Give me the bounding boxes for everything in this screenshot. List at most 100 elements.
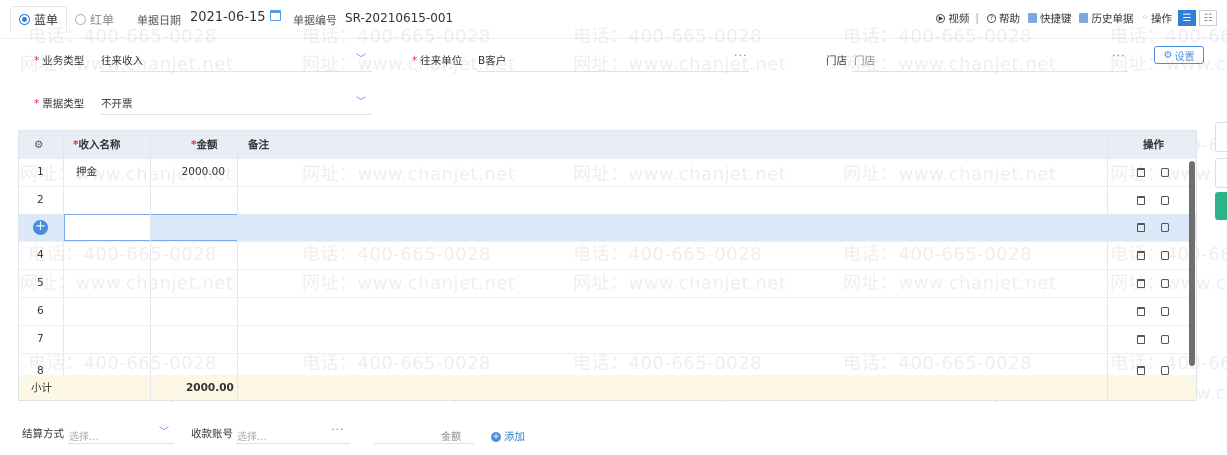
subtotal-label: 小计 — [31, 382, 52, 394]
table-row: 5 — [19, 270, 1196, 298]
number-label: 单据编号 — [293, 14, 337, 27]
business-type-label: * 业务类型 — [34, 55, 85, 67]
toolbar-divider: | — [975, 12, 979, 24]
trash-icon[interactable] — [1137, 335, 1145, 344]
help-button[interactable]: ? 帮助 — [986, 11, 1020, 26]
trash-icon[interactable] — [1137, 196, 1145, 205]
table-scrollbar[interactable] — [1189, 161, 1195, 366]
amount-input[interactable] — [150, 214, 238, 241]
subtotal-row: 小计 2000.00 — [19, 375, 1196, 400]
row-number: 6 — [37, 305, 44, 317]
toolbar: ▶ 视频 | ? 帮助 快捷键 历史单据 ⁘ 操作 ☰ ☷ — [928, 10, 1217, 26]
trash-icon[interactable] — [1137, 168, 1145, 177]
copy-icon[interactable] — [1161, 223, 1169, 232]
table-row: 4 — [19, 242, 1196, 270]
radio-unselected-icon — [75, 13, 87, 25]
more-dots-icon[interactable]: ··· — [1112, 49, 1126, 62]
gear-icon: ⚙ — [1163, 49, 1173, 61]
store-input[interactable]: 门店 — [854, 53, 875, 68]
shortcuts-label: 快捷键 — [1039, 12, 1072, 25]
more-dots-icon[interactable]: ··· — [331, 423, 345, 436]
bill-type-tabs: 蓝单 红单 — [10, 5, 122, 33]
account-underline — [236, 443, 350, 444]
income-name-cell[interactable]: 押金 — [76, 159, 97, 186]
row-number: 4 — [37, 249, 44, 261]
table-row: 1 押金 2000.00 — [19, 159, 1196, 187]
radio-selected-icon — [19, 14, 30, 25]
row-number: 5 — [37, 277, 44, 289]
copy-icon[interactable] — [1161, 279, 1169, 288]
tab-red-bill[interactable]: 红单 — [67, 6, 122, 32]
history-button[interactable]: 历史单据 — [1079, 11, 1133, 26]
copy-icon[interactable] — [1161, 307, 1169, 316]
date-label: 单据日期 — [137, 14, 181, 27]
col-income-name: *收入名称 — [73, 139, 121, 151]
invoice-type-label: * 票据类型 — [34, 98, 85, 110]
help-icon: ? — [986, 13, 996, 23]
account-input[interactable]: 选择... — [237, 428, 267, 443]
trash-icon[interactable] — [1137, 307, 1145, 316]
trash-icon[interactable] — [1137, 279, 1145, 288]
settings-button[interactable]: ⚙ 设置 — [1154, 46, 1204, 64]
add-settlement-button[interactable]: + 添加 — [491, 429, 525, 444]
table-row: 6 — [19, 298, 1196, 326]
column-divider — [237, 131, 238, 400]
copy-icon[interactable] — [1161, 168, 1169, 177]
copy-icon[interactable] — [1161, 366, 1169, 375]
date-value[interactable]: 2021-06-15 — [190, 10, 266, 25]
col-remark: 备注 — [248, 139, 269, 151]
settings-label: 设置 — [1174, 51, 1195, 63]
income-name-input[interactable] — [64, 214, 151, 241]
add-label: 添加 — [504, 431, 525, 443]
invoice-type-select[interactable]: 不开票 — [101, 96, 133, 111]
copy-icon[interactable] — [1161, 335, 1169, 344]
video-label: 视频 — [948, 12, 970, 25]
chevron-down-icon[interactable]: ﹀ — [356, 93, 366, 108]
calendar-icon[interactable] — [270, 10, 281, 21]
side-panel-tab[interactable] — [1215, 122, 1227, 152]
watermark-site: 网址：www.chanjet.net — [843, 54, 1057, 75]
store-label: 门店 — [826, 55, 847, 67]
table-header: ⚙ *收入名称 *金额 备注 操作 — [19, 131, 1196, 159]
invoice-type-underline — [100, 114, 372, 115]
table-row-active: + — [19, 214, 1196, 242]
number-value: SR-20210615-001 — [345, 11, 454, 25]
video-button[interactable]: ▶ 视频 — [936, 11, 969, 26]
list-view-icon[interactable]: ☰ — [1178, 10, 1196, 26]
copy-icon[interactable] — [1161, 251, 1169, 260]
store-underline — [852, 71, 1128, 72]
chevron-down-icon[interactable]: ﹀ — [159, 423, 169, 438]
tab-blue-bill[interactable]: 蓝单 — [10, 5, 68, 33]
chevron-down-icon[interactable]: ﹀ — [356, 50, 366, 65]
amount-input[interactable]: 金额 — [441, 428, 461, 443]
account-label: 收款账号 — [191, 428, 233, 440]
copy-icon[interactable] — [1161, 196, 1169, 205]
keyboard-icon — [1027, 13, 1037, 23]
column-divider — [150, 131, 151, 400]
settlement-method-select[interactable]: 选择... — [69, 428, 99, 443]
row-number: 7 — [37, 333, 44, 345]
amount-underline — [374, 443, 474, 444]
history-doc-icon — [1079, 13, 1089, 23]
side-panel-tab-green[interactable] — [1215, 192, 1227, 220]
trash-icon[interactable] — [1137, 223, 1145, 232]
side-panel-tab[interactable] — [1215, 158, 1227, 188]
column-divider — [63, 131, 64, 375]
column-divider — [1107, 131, 1108, 400]
shortcuts-button[interactable]: 快捷键 — [1027, 11, 1072, 26]
more-dots-icon[interactable]: ··· — [734, 49, 748, 62]
trash-icon[interactable] — [1137, 366, 1145, 375]
trash-icon[interactable] — [1137, 251, 1145, 260]
add-row-icon[interactable]: + — [33, 220, 48, 235]
amount-cell[interactable] — [169, 187, 225, 214]
counterparty-input[interactable]: B客户 — [478, 53, 506, 68]
detail-view-icon[interactable]: ☷ — [1199, 10, 1217, 26]
watermark-site: 网址：www.chanjet.net — [573, 54, 787, 75]
amount-cell[interactable]: 2000.00 — [169, 159, 225, 186]
history-label: 历史单据 — [1091, 12, 1134, 25]
settlement-method-label: 结算方式 — [22, 428, 64, 440]
column-settings-icon[interactable]: ⚙ — [34, 131, 43, 159]
actions-button[interactable]: ⁘ 操作 — [1141, 11, 1172, 26]
business-type-select[interactable]: 往来收入 — [101, 53, 143, 68]
income-table: ⚙ *收入名称 *金额 备注 操作 1 押金 2000.00 2 + 4 5 6… — [18, 130, 1197, 401]
